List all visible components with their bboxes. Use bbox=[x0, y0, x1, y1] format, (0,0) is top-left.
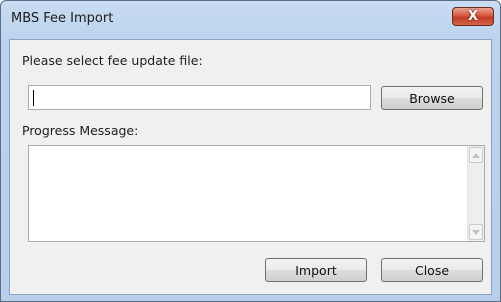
dialog-window: MBS Fee Import X Please select fee updat… bbox=[0, 0, 501, 302]
window-close-button[interactable]: X bbox=[452, 7, 494, 26]
import-button-label: Import bbox=[295, 262, 337, 278]
browse-button[interactable]: Browse bbox=[381, 86, 483, 110]
close-icon: X bbox=[467, 9, 479, 24]
file-path-input[interactable] bbox=[28, 85, 371, 110]
import-button[interactable]: Import bbox=[265, 258, 367, 282]
close-button-label: Close bbox=[414, 262, 450, 278]
window-title: MBS Fee Import bbox=[11, 11, 114, 26]
dialog-body: Please select fee update file: Browse Pr… bbox=[9, 39, 492, 295]
vertical-scrollbar[interactable] bbox=[467, 146, 484, 241]
file-label: Please select fee update file: bbox=[22, 53, 203, 68]
scroll-up-icon[interactable] bbox=[469, 147, 483, 163]
scroll-down-icon[interactable] bbox=[469, 224, 483, 240]
title-bar[interactable]: MBS Fee Import X bbox=[1, 1, 500, 39]
progress-label: Progress Message: bbox=[22, 123, 139, 138]
progress-message-textarea[interactable] bbox=[28, 145, 485, 242]
text-caret bbox=[33, 90, 34, 106]
close-button[interactable]: Close bbox=[381, 258, 483, 282]
browse-button-label: Browse bbox=[409, 90, 455, 106]
